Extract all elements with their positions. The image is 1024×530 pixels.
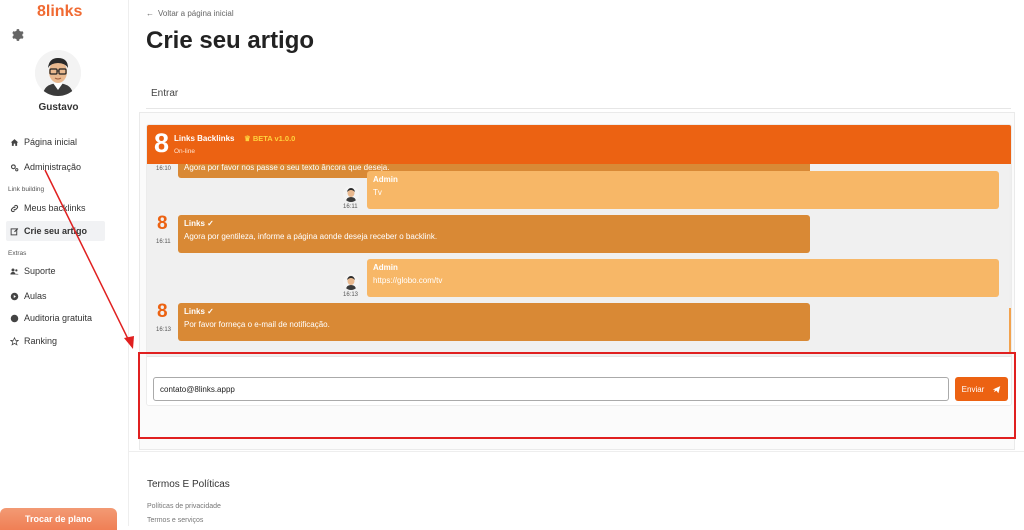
circle-icon [10, 314, 19, 322]
message-bubble-admin: Admin https://globo.com/tv [367, 259, 999, 297]
chat-status: On-line [174, 148, 195, 155]
arrow-left-icon: ← [146, 9, 154, 18]
sidebar-item-admin[interactable]: Administração [6, 157, 133, 177]
upgrade-plan-button[interactable]: Trocar de plano [0, 508, 117, 530]
message-bubble-bot: Links ✓ Por favor forneça o e-mail de no… [178, 303, 810, 341]
footer-divider [129, 451, 1024, 452]
chat-logo: 8 [154, 128, 170, 158]
cogs-icon [10, 163, 19, 171]
nav-section-link-building: Link building [8, 186, 45, 193]
play-circle-icon [10, 292, 19, 300]
avatar[interactable] [35, 50, 81, 96]
chat-name: Links Backlinks [174, 134, 235, 143]
users-icon [10, 268, 19, 274]
home-icon [10, 138, 19, 146]
message-input[interactable] [153, 377, 949, 401]
message-time: 16:11 [343, 204, 358, 210]
sidebar: 8links Gustavo Página inicial Administra… [0, 0, 129, 530]
sidebar-item-create-article[interactable]: Crie seu artigo [6, 221, 105, 241]
bot-logo: 8 [157, 213, 168, 234]
edit-icon [10, 227, 19, 235]
chat-header: 8 Links Backlinks ♛ BETA v1.0.0 On-line [147, 125, 1011, 164]
message-list[interactable]: 16:10 Agora por favor nos passe o seu te… [147, 164, 1011, 356]
page-title: Crie seu artigo [146, 27, 315, 54]
sidebar-item-support[interactable]: Suporte [6, 261, 133, 281]
sidebar-item-home[interactable]: Página inicial [6, 132, 133, 152]
username: Gustavo [38, 102, 79, 113]
message-time: 16:10 [156, 166, 172, 172]
message-time: 16:13 [156, 327, 172, 333]
star-icon [10, 336, 19, 346]
scrollbar-thumb[interactable] [1009, 308, 1011, 354]
terms-link[interactable]: Termos e serviços [147, 517, 203, 524]
message-bubble-bot: Links ✓ Agora por gentileza, informe a p… [178, 215, 810, 253]
admin-avatar [343, 274, 359, 290]
sidebar-item-lessons[interactable]: Aulas [6, 286, 133, 306]
chat-input-row: Enviar [147, 356, 1011, 405]
chat-widget: 8 Links Backlinks ♛ BETA v1.0.0 On-line … [146, 124, 1012, 406]
sidebar-item-backlinks[interactable]: Meus backlinks [6, 198, 133, 218]
tab-divider [146, 108, 1011, 109]
sidebar-item-audit[interactable]: Auditoria gratuita [6, 308, 133, 328]
tab-entrar[interactable]: Entrar [151, 88, 178, 99]
beta-badge: ♛ BETA v1.0.0 [244, 134, 296, 143]
paper-plane-icon [993, 385, 1001, 393]
nav-section-extras: Extras [8, 250, 27, 257]
message-time: 16:13 [343, 292, 359, 298]
brand-logo[interactable]: 8links [37, 3, 82, 21]
footer-title: Termos E Políticas [147, 479, 230, 490]
bot-logo: 8 [157, 301, 168, 322]
sidebar-item-ranking[interactable]: Ranking [6, 331, 133, 351]
gear-icon[interactable] [10, 28, 24, 42]
message-time: 16:11 [156, 239, 171, 245]
check-icon: ✓ [207, 307, 214, 316]
privacy-policy-link[interactable]: Políticas de privacidade [147, 503, 221, 510]
admin-avatar [343, 186, 359, 202]
check-icon: ✓ [207, 219, 214, 228]
send-button[interactable]: Enviar [955, 377, 1008, 401]
message-bubble-admin: Admin Tv [367, 171, 999, 209]
crown-icon: ♛ [244, 134, 251, 143]
back-link[interactable]: ← Voltar a página inicial [146, 9, 234, 18]
link-icon [10, 204, 19, 212]
